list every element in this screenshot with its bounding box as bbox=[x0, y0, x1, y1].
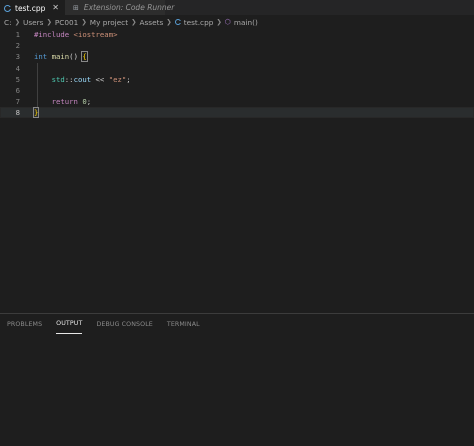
line-number: 6 bbox=[15, 86, 20, 95]
editor-tab-bar: test.cpp ✕ ⊞ Extension: Code Runner bbox=[0, 0, 474, 15]
line-number: 4 bbox=[15, 63, 20, 73]
indent-guide bbox=[37, 62, 38, 108]
code-token: #include bbox=[34, 30, 74, 39]
chevron-right-icon: ❯ bbox=[131, 18, 137, 26]
code-line[interactable]: 7 return 0; bbox=[0, 96, 474, 107]
line-number: 5 bbox=[15, 74, 20, 84]
code-token: { bbox=[81, 51, 88, 63]
cpp-file-icon bbox=[4, 4, 12, 12]
code-line[interactable]: 2 bbox=[0, 40, 474, 51]
line-number: 8 bbox=[15, 108, 20, 118]
code-token: std bbox=[51, 74, 65, 84]
tab-problems[interactable]: PROBLEMS bbox=[7, 314, 42, 334]
cpp-file-icon bbox=[174, 19, 182, 25]
chevron-right-icon: ❯ bbox=[46, 18, 52, 26]
chevron-right-icon: ❯ bbox=[166, 18, 172, 26]
breadcrumb-item[interactable]: Assets bbox=[140, 18, 164, 27]
code-text: int main() { bbox=[34, 51, 88, 63]
code-line[interactable]: 5 std::cout << "ez"; bbox=[0, 74, 474, 85]
code-line[interactable]: 3 int main() { bbox=[0, 51, 474, 63]
chevron-right-icon: ❯ bbox=[216, 18, 222, 26]
code-token: () bbox=[69, 52, 83, 62]
code-line[interactable]: 4 bbox=[0, 63, 474, 74]
breadcrumb-item[interactable]: main() bbox=[234, 18, 258, 27]
tab-label: test.cpp bbox=[15, 3, 46, 13]
tab-test-cpp[interactable]: test.cpp ✕ bbox=[0, 0, 65, 15]
code-line[interactable]: 8} bbox=[0, 107, 474, 119]
tab-terminal[interactable]: TERMINAL bbox=[167, 314, 200, 334]
code-token: <iostream> bbox=[73, 30, 118, 39]
line-number: 1 bbox=[15, 30, 20, 39]
bottom-panel: PROBLEMS OUTPUT DEBUG CONSOLE TERMINAL bbox=[0, 313, 474, 446]
breadcrumb-item[interactable]: My project bbox=[90, 18, 128, 27]
breadcrumb-item[interactable]: PC001 bbox=[55, 18, 78, 27]
close-icon[interactable]: ✕ bbox=[52, 4, 59, 12]
line-number: 2 bbox=[15, 41, 20, 51]
code-line[interactable]: 6 bbox=[0, 85, 474, 96]
code-token: << bbox=[91, 74, 109, 84]
code-token: int bbox=[34, 52, 48, 62]
code-text: return 0; bbox=[34, 96, 92, 107]
tab-extension-code-runner[interactable]: ⊞ Extension: Code Runner bbox=[65, 0, 174, 15]
breadcrumb-item[interactable]: test.cpp bbox=[184, 18, 214, 27]
code-token: "ez" bbox=[108, 74, 127, 84]
code-token: return bbox=[51, 97, 78, 107]
tab-label: Extension: Code Runner bbox=[83, 3, 175, 12]
tab-output[interactable]: OUTPUT bbox=[56, 314, 83, 334]
code-text: #include <iostream> bbox=[34, 29, 117, 40]
code-editor[interactable]: 1 #include <iostream> 2 3 int main() {4 5 std… bbox=[0, 29, 474, 312]
chevron-right-icon: ❯ bbox=[14, 18, 21, 26]
code-token: ; bbox=[86, 97, 92, 107]
breadcrumb: C: ❯ Users ❯ PC001 ❯ My project ❯ Assets… bbox=[4, 16, 258, 28]
tab-debug-console[interactable]: DEBUG CONSOLE bbox=[96, 314, 152, 334]
code-line[interactable]: 1 #include <iostream> bbox=[0, 29, 474, 40]
code-text: std::cout << "ez"; bbox=[34, 74, 131, 85]
line-number: 3 bbox=[15, 52, 20, 62]
panel-tab-bar: PROBLEMS OUTPUT DEBUG CONSOLE TERMINAL bbox=[0, 314, 474, 334]
code-token: ; bbox=[126, 74, 131, 84]
line-number: 7 bbox=[15, 97, 20, 107]
chevron-right-icon: ❯ bbox=[81, 18, 87, 26]
breadcrumb-item[interactable]: C: bbox=[4, 18, 12, 27]
breadcrumb-item[interactable]: Users bbox=[23, 18, 43, 27]
code-token: } bbox=[32, 107, 40, 119]
code-token: cout bbox=[73, 74, 92, 84]
code-token: :: bbox=[64, 74, 74, 84]
extension-icon: ⊞ bbox=[73, 3, 79, 12]
code-token: main bbox=[51, 52, 70, 62]
method-cube-icon: ⬡ bbox=[224, 18, 231, 26]
output-area[interactable] bbox=[0, 334, 474, 445]
code-text: } bbox=[32, 107, 40, 119]
